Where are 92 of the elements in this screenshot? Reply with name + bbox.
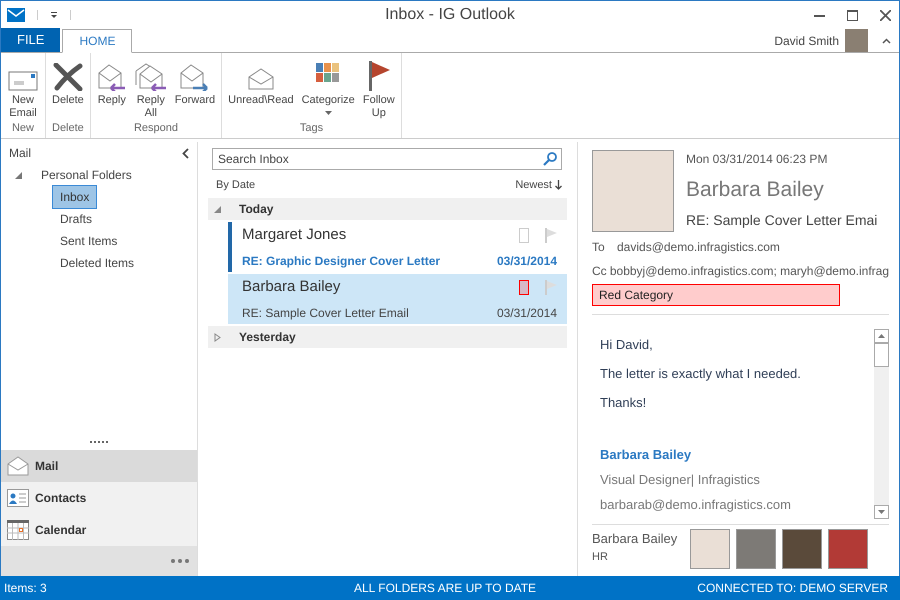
collapsed-icon [214,332,221,342]
folder-item[interactable]: Personal Folders [41,166,132,184]
scrollbar[interactable] [874,329,889,519]
close-icon [880,10,891,20]
group-header[interactable]: Today [208,198,567,220]
body-paragraph: The letter is exactly what I needed. [600,366,802,382]
contact-photo-placeholder[interactable] [690,529,730,569]
folder-item[interactable]: Drafts [52,207,100,231]
message-item[interactable]: Barbara Bailey RE: Sample Cover Letter Email 03/31/2014 [228,274,567,324]
contact-photo-placeholder[interactable] [828,529,868,569]
sort-by-button[interactable]: By Date [216,176,256,194]
forward-icon [178,63,211,91]
module-tab[interactable]: Mail [1,450,197,482]
group-header[interactable]: Yesterday [208,326,567,348]
ribbon-group-label: Tags [298,121,324,136]
received-date: Mon 03/31/2014 06:23 PM [686,151,828,168]
search-icon [543,152,557,166]
connection-status: CONNECTED TO: DEMO SERVER [697,580,888,597]
resize-grip-icon [90,441,108,444]
reply-icon [96,63,127,91]
contact-department: HR [592,550,609,564]
customize-toolbar-icon [50,11,58,19]
item-count: Items: 3 [4,580,47,597]
ribbon-button[interactable]: Unread\Read [224,53,298,120]
body-paragraph: Thanks! [600,395,648,411]
scroll-down-icon [874,505,889,519]
ribbon-group-label: New [10,121,35,136]
contact-card-icon [7,489,29,507]
message-date: 03/31/2014 [496,304,557,322]
ribbon-group-label: Delete [51,120,85,136]
x-mark-icon [52,63,83,91]
flag-icon [366,61,391,91]
sort-order-button[interactable]: Newest [515,176,562,194]
sender-name: Margaret Jones [242,225,348,246]
ribbon-button[interactable]: Delete [48,53,88,120]
flag-icon [545,280,557,295]
ribbon-button[interactable]: New Email [3,53,43,120]
message-date: 03/31/2014 [496,252,557,270]
module-tab[interactable]: Contacts [1,482,197,514]
reply-all-icon [134,63,168,91]
more-icon [171,559,189,563]
window-title: Inbox - IG Outlook [385,5,515,25]
contact-name: Barbara Bailey [592,530,678,548]
ribbon-button[interactable]: Reply All [130,53,171,120]
ribbon-button[interactable]: Reply [92,53,131,120]
scroll-thumb[interactable] [874,343,889,367]
maximize-icon [847,10,858,20]
signature-email: barbarab@demo.infragistics.com [600,497,792,513]
category-bar: Red Category [592,284,840,306]
file-tab[interactable]: FILE [1,28,60,52]
message-subject: RE: Sample Cover Letter Email [242,304,410,322]
collapse-ribbon-icon [882,38,891,44]
expanded-icon [214,206,221,212]
ribbon-group-label: Respond [132,121,179,136]
sender-name: Barbara Bailey [242,277,342,298]
pane-header: Mail [9,145,32,162]
category-marker[interactable] [519,280,529,295]
ribbon-tab[interactable]: HOME [62,29,132,53]
envelope-icon [8,69,38,91]
folder-item[interactable]: Deleted Items [52,251,142,275]
user-photo-placeholder [845,29,868,52]
user-name[interactable]: David Smith [774,32,839,50]
expanded-icon[interactable] [15,172,22,178]
envelope-icon [7,456,29,476]
ribbon-button[interactable]: Categorize [298,53,359,120]
sender-name: Barbara Bailey [686,177,825,203]
down-arrow-icon [555,180,562,190]
recipient-list: davids@demo.infragistics.com [617,238,780,256]
signature-name: Barbara Bailey [600,447,692,463]
message-subject: RE: Graphic Designer Cover Letter [242,252,442,270]
collapse-pane-icon [182,148,189,158]
envelope-icon [246,67,275,91]
scroll-up-icon [874,329,889,343]
sync-status: ALL FOLDERS ARE UP TO DATE [354,580,536,597]
envelope-icon [7,8,25,22]
category-marker[interactable] [519,228,529,243]
ribbon-button[interactable]: Follow Up [358,53,399,120]
signature-title: Visual Designer| Infragistics [600,472,761,488]
folder-item[interactable]: Inbox [52,185,98,209]
ribbon-button[interactable]: Forward [170,53,220,120]
calendar-icon [7,520,29,540]
module-tab[interactable]: Calendar [1,514,197,546]
search-field[interactable]: Search Inbox [212,148,562,170]
field-label: Cc [592,263,608,280]
contact-photo-placeholder[interactable] [782,529,822,569]
contact-photo-placeholder[interactable] [736,529,776,569]
folder-item[interactable]: Sent Items [52,229,126,253]
body-paragraph: Hi David, [600,337,654,353]
field-label: To [592,239,606,256]
email-subject: RE: Sample Cover Letter Emai [686,210,878,230]
recipient-list: bobbyj@demo.infragistics.com; maryh@demo.infrag [610,262,889,280]
flag-icon [545,228,557,243]
